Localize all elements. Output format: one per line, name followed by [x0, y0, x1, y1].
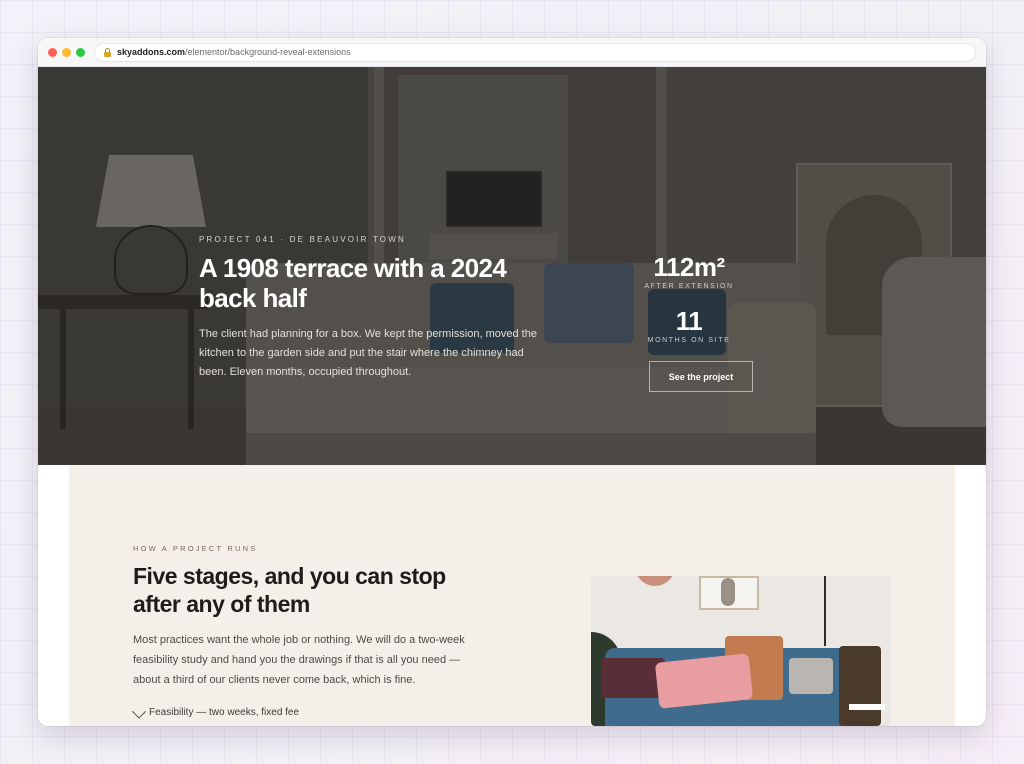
hero-title: A 1908 terrace with a 2024 back half: [199, 253, 507, 313]
hero-description: The client had planning for a box. We ke…: [199, 328, 537, 378]
browser-toolbar: skyaddons.com/elementor/background-revea…: [38, 38, 986, 67]
section-eyebrow: HOW A PROJECT RUNS: [133, 544, 258, 553]
minimize-window-button[interactable]: [62, 48, 71, 57]
url-path: /elementor/background-reveal-extensions: [185, 47, 351, 57]
compass-icon: [133, 707, 144, 718]
feature-label: Feasibility — two weeks, fixed fee: [149, 707, 300, 718]
lock-icon: [104, 48, 111, 57]
stat-value: 112m²: [653, 252, 725, 282]
browser-window: skyaddons.com/elementor/background-revea…: [38, 38, 986, 726]
close-window-button[interactable]: [48, 48, 57, 57]
stat-duration: 11 MONTHS ON SITE: [638, 307, 740, 344]
hero-eyebrow: PROJECT 041 · DE BEAUVOIR TOWN: [199, 235, 406, 244]
stat-value: 11: [675, 306, 703, 336]
maximize-window-button[interactable]: [76, 48, 85, 57]
url-host: skyaddons.com: [117, 47, 186, 57]
see-project-button[interactable]: See the project: [649, 361, 753, 392]
section-title: Five stages, and you can stop after any …: [133, 563, 446, 617]
stat-label: MONTHS ON SITE: [647, 337, 731, 344]
living-room-photo: [591, 576, 891, 726]
stat-area: 112m² AFTER EXTENSION: [638, 253, 740, 290]
stat-label: AFTER EXTENSION: [644, 283, 734, 290]
hero-section: PROJECT 041 · DE BEAUVOIR TOWN A 1908 te…: [38, 67, 986, 465]
section-description: Most practices want the whole job or not…: [133, 634, 465, 686]
address-bar[interactable]: skyaddons.com/elementor/background-revea…: [94, 43, 976, 62]
feature-item: Feasibility — two weeks, fixed fee: [133, 707, 299, 718]
